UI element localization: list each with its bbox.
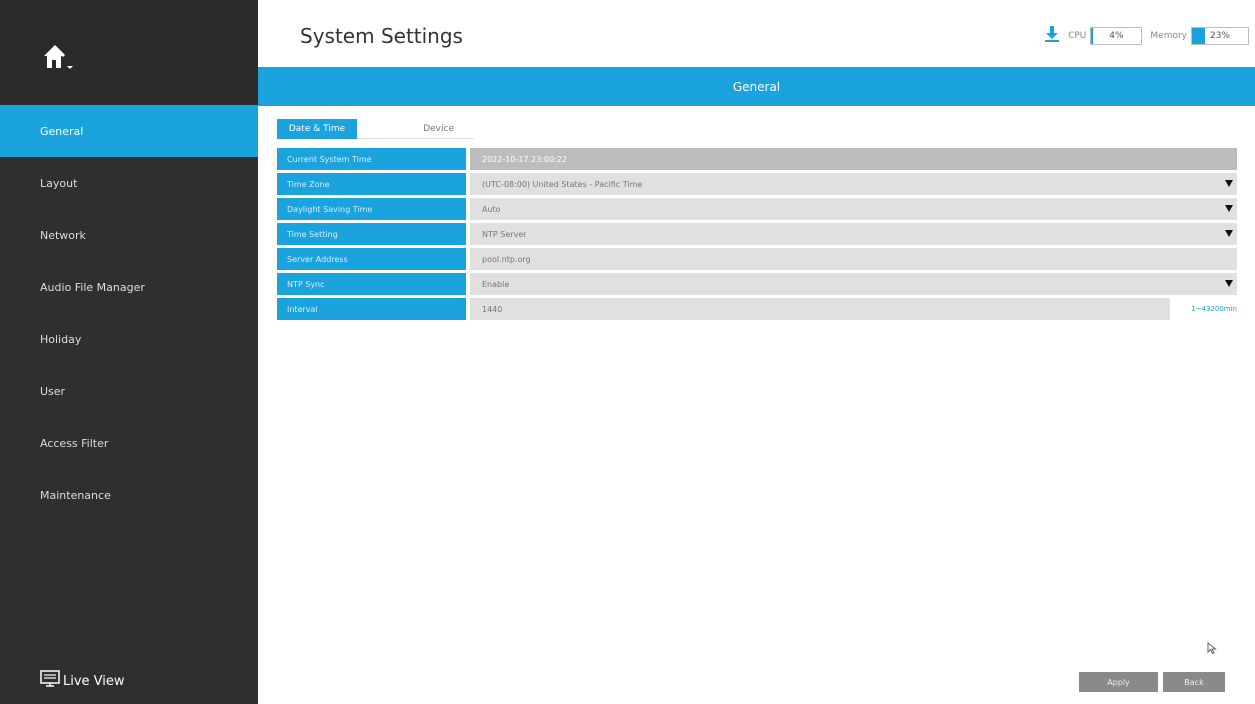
sidebar-item-layout[interactable]: Layout: [0, 157, 258, 209]
time-setting-select[interactable]: NTP Server: [470, 223, 1237, 245]
page-title: System Settings: [300, 24, 463, 48]
sidebar-nav: General Layout Network Audio File Manage…: [0, 105, 258, 521]
server-address-label: Server Address: [277, 248, 466, 270]
sidebar-item-general[interactable]: General: [0, 105, 258, 157]
ntp-sync-label: NTP Sync: [277, 273, 466, 295]
memory-meter-fill: [1192, 27, 1205, 44]
tab-bar: Date & Time Device: [277, 119, 474, 139]
sidebar-item-access-filter[interactable]: Access Filter: [0, 417, 258, 469]
row-ntp-sync: NTP Sync Enable: [277, 273, 1237, 295]
dropdown-arrow-icon: [1225, 230, 1233, 237]
sidebar-item-audio-file-manager[interactable]: Audio File Manager: [0, 261, 258, 313]
sidebar-item-maintenance[interactable]: Maintenance: [0, 469, 258, 521]
dropdown-arrow-icon: [1225, 180, 1233, 187]
download-icon[interactable]: [1044, 25, 1060, 46]
row-current-system-time: Current System Time 2022-10-17 23:00:22: [277, 148, 1237, 170]
live-view-label: Live View: [63, 673, 125, 689]
time-zone-label: Time Zone: [277, 173, 466, 195]
row-daylight-saving-time: Daylight Saving Time Auto: [277, 198, 1237, 220]
server-address-input[interactable]: pool.ntp.org: [470, 248, 1237, 270]
time-setting-value: NTP Server: [482, 229, 527, 239]
system-status: CPU 4% Memory 23%: [1044, 25, 1249, 46]
interval-input[interactable]: 1440: [470, 298, 1170, 320]
memory-value: 23%: [1209, 30, 1230, 41]
sidebar: General Layout Network Audio File Manage…: [0, 0, 258, 704]
apply-button[interactable]: Apply: [1079, 672, 1158, 692]
sidebar-item-network[interactable]: Network: [0, 209, 258, 261]
back-button[interactable]: Back: [1163, 672, 1225, 692]
daylight-saving-time-select[interactable]: Auto: [470, 198, 1237, 220]
cpu-value: 4%: [1109, 30, 1124, 41]
home-icon[interactable]: [40, 42, 74, 72]
cursor-icon: [1206, 640, 1218, 659]
current-system-time-value: 2022-10-17 23:00:22: [470, 148, 1237, 170]
tab-device[interactable]: Device: [357, 119, 474, 139]
row-time-setting: Time Setting NTP Server: [277, 223, 1237, 245]
section-title-bar: General: [258, 67, 1255, 106]
sidebar-item-holiday[interactable]: Holiday: [0, 313, 258, 365]
monitor-icon: [40, 670, 63, 692]
section-title: General: [732, 79, 781, 94]
current-system-time-label: Current System Time: [277, 148, 466, 170]
row-server-address: Server Address pool.ntp.org: [277, 248, 1237, 270]
tab-date-time[interactable]: Date & Time: [277, 119, 357, 139]
dropdown-arrow-icon: [1225, 205, 1233, 212]
interval-label: Interval: [277, 298, 466, 320]
cpu-meter: 4%: [1090, 26, 1143, 45]
ntp-sync-select[interactable]: Enable: [470, 273, 1237, 295]
interval-range-hint: 1~43200min: [1191, 305, 1237, 313]
sidebar-item-user[interactable]: User: [0, 365, 258, 417]
header: System Settings CPU 4% Memory 23%: [258, 0, 1255, 67]
daylight-saving-time-label: Daylight Saving Time: [277, 198, 466, 220]
settings-form: Current System Time 2022-10-17 23:00:22 …: [277, 148, 1237, 323]
ntp-sync-value: Enable: [482, 279, 510, 289]
live-view-button[interactable]: Live View: [40, 670, 125, 692]
time-setting-label: Time Setting: [277, 223, 466, 245]
row-time-zone: Time Zone (UTC-08:00) United States - Pa…: [277, 173, 1237, 195]
dropdown-arrow-icon: [1225, 280, 1233, 287]
time-zone-value: (UTC-08:00) United States - Pacific Time: [482, 179, 643, 189]
time-zone-select[interactable]: (UTC-08:00) United States - Pacific Time: [470, 173, 1237, 195]
home-area: [0, 0, 258, 104]
daylight-saving-time-value: Auto: [482, 204, 501, 214]
cpu-label: CPU: [1068, 30, 1087, 41]
memory-meter: 23%: [1191, 26, 1249, 45]
memory-label: Memory: [1150, 30, 1187, 41]
cpu-meter-fill: [1091, 27, 1094, 44]
row-interval: Interval 1440 1~43200min: [277, 298, 1237, 320]
